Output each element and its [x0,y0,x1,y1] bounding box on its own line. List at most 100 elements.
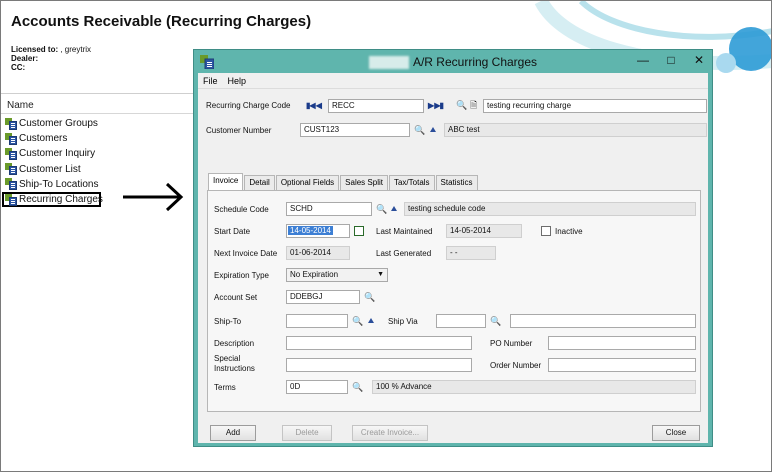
search-icon[interactable]: 🔍 [352,381,363,393]
last-maintained-label: Last Maintained [376,227,433,236]
program-icon [5,193,17,206]
tree-item-label: Customer Groups [19,118,98,130]
inactive-label: Inactive [555,227,583,236]
program-icon [5,117,17,130]
pointer-arrow-icon [123,182,184,212]
ship-via-description-field[interactable] [510,314,696,328]
window-title-text: A/R Recurring Charges [412,55,538,69]
tab-strip: Invoice Detail Optional Fields Sales Spl… [208,173,479,190]
tab-sales-split[interactable]: Sales Split [340,175,388,190]
terms-description-field: 100 % Advance [372,380,696,394]
divider [1,93,201,94]
tree-item-label: Customers [19,133,68,145]
order-number-label: Order Number [490,361,542,370]
tree-item-customer-groups[interactable]: Customer Groups [5,116,101,131]
terms-field[interactable]: 0D [286,380,348,394]
next-invoice-date-label: Next Invoice Date [214,249,278,258]
tab-statistics[interactable]: Statistics [435,175,478,190]
zoom-up-icon[interactable] [430,127,436,132]
close-button[interactable]: Close [652,425,700,441]
start-date-value: 14-05-2014 [288,226,333,235]
description-label: Description [214,339,255,348]
program-icon [5,163,17,176]
search-icon[interactable]: 🔍 [414,124,425,136]
program-icon [5,132,17,145]
schedule-code-field[interactable]: SCHD [286,202,372,216]
close-icon[interactable]: ✕ [692,53,706,67]
create-invoice-button[interactable]: Create Invoice... [352,425,428,441]
search-icon[interactable]: 🔍 [352,315,363,327]
customer-name-field: ABC test [444,123,707,137]
special-instructions-field[interactable] [286,358,472,372]
dealer-label: Dealer: [11,54,39,63]
ship-via-field[interactable] [436,314,486,328]
ship-to-label: Ship-To [214,317,242,326]
start-date-label: Start Date [214,227,251,236]
search-icon[interactable]: 🔍 [364,291,375,303]
customer-number-field[interactable]: CUST123 [300,123,410,137]
inactive-checkbox[interactable] [541,226,551,236]
search-icon[interactable]: 🔍 [456,99,467,111]
calendar-icon[interactable] [354,226,364,236]
nav-next-last-icon[interactable]: ▶ ▶▮ [428,101,444,110]
maximize-icon[interactable]: □ [664,53,678,67]
zoom-up-icon[interactable] [368,318,374,323]
invoice-tab-panel: Schedule Code SCHD 🔍 testing schedule co… [207,190,701,412]
ship-to-field[interactable] [286,314,348,328]
list-header-name[interactable]: Name [7,100,34,111]
screenshot-root: Accounts Receivable (Recurring Charges) … [0,0,772,472]
account-set-field[interactable]: DDEBGJ [286,290,360,304]
licensed-to-label: Licensed to: [11,45,59,54]
licensed-to-value: , greytrix [60,45,92,54]
start-date-field[interactable]: 14-05-2014 [286,224,350,238]
window-titlebar[interactable]: A/R Recurring Charges — □ ✕ [194,50,712,74]
add-button[interactable]: Add [210,425,256,441]
recurring-charge-code-label: Recurring Charge Code [206,101,291,110]
search-icon[interactable]: 🔍 [376,203,387,215]
tree-item-customers[interactable]: Customers [5,131,101,146]
tree-item-label: Recurring Charges [19,194,103,206]
cc-label: CC: [11,63,26,72]
po-number-label: PO Number [490,339,533,348]
new-document-icon[interactable]: 🗎 [470,99,477,111]
tab-detail[interactable]: Detail [244,175,275,190]
window-client: File Help Recurring Charge Code ▮◀ ◀ REC… [198,73,708,443]
expiration-type-label: Expiration Type [214,271,269,280]
last-generated-field: - - [446,246,496,260]
tree-item-ship-to-locations[interactable]: Ship-To Locations [5,177,101,192]
menu-help[interactable]: Help [228,76,247,86]
menu-bar: File Help [198,73,708,89]
tree-item-label: Ship-To Locations [19,178,99,190]
window-title: A/R Recurring Charges [194,55,712,70]
chevron-down-icon: ▼ [377,271,384,278]
minimize-icon[interactable]: — [636,53,650,67]
license-info: Licensed to: , greytrix Dealer: CC: [11,45,91,72]
order-number-field[interactable] [548,358,696,372]
delete-button[interactable]: Delete [282,425,332,441]
page-title: Accounts Receivable (Recurring Charges) [11,13,312,30]
tree-item-customer-inquiry[interactable]: Customer Inquiry [5,146,101,161]
divider [1,113,197,114]
recurring-charge-code-field[interactable]: RECC [328,99,424,113]
ship-via-label: Ship Via [388,317,418,326]
program-icon [5,147,17,160]
redacted-company [368,56,409,70]
zoom-up-icon[interactable] [391,206,397,211]
search-icon[interactable]: 🔍 [490,315,501,327]
tab-tax-totals[interactable]: Tax/Totals [388,175,435,190]
tab-invoice[interactable]: Invoice [208,173,244,190]
special-instructions-label-line2: Instructions [214,364,255,373]
tree-item-label: Customer Inquiry [19,148,96,160]
special-instructions-label-line1: Special [214,354,241,363]
program-icon [5,178,17,191]
tree-item-recurring-charges[interactable]: Recurring Charges [2,191,103,208]
terms-label: Terms [214,383,236,392]
tree-item-customer-list[interactable]: Customer List [5,162,101,177]
expiration-type-select[interactable]: No Expiration ▼ [286,268,388,282]
tab-optional-fields[interactable]: Optional Fields [275,175,340,190]
po-number-field[interactable] [548,336,696,350]
description-field[interactable] [286,336,472,350]
menu-file[interactable]: File [203,76,218,86]
nav-first-prev-icon[interactable]: ▮◀ ◀ [306,101,322,110]
recurring-charge-description-field[interactable]: testing recurring charge [483,99,707,113]
